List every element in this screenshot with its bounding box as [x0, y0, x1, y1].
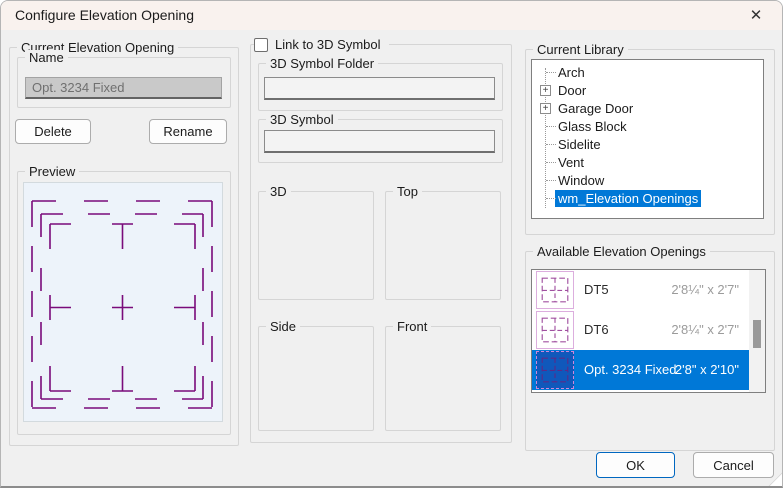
opening-thumbnail-icon [536, 311, 574, 349]
resize-grip[interactable] [767, 472, 782, 486]
preview-canvas [23, 182, 223, 422]
preview-group-label: Preview [25, 164, 80, 179]
available-openings-list: DT5 2'8¼" x 2'7" DT6 2'8¼" x 2'7" Opt. 3… [531, 269, 766, 393]
tree-item-glass-block[interactable]: Glass Block [532, 117, 763, 135]
list-scrollbar-thumb[interactable] [753, 320, 761, 348]
view-side-label: Side [266, 319, 301, 334]
tree-item-window[interactable]: Window [532, 171, 763, 189]
titlebar: Configure Elevation Opening ✕ [1, 1, 782, 30]
tree-item-garage-door[interactable]: + Garage Door [532, 99, 763, 117]
opening-thumbnail-icon [536, 351, 574, 389]
list-scrollbar[interactable] [749, 270, 765, 392]
list-item-dt5[interactable]: DT5 2'8¼" x 2'7" [532, 270, 749, 310]
view-top-label: Top [393, 184, 422, 199]
elevation-opening-drawing [31, 200, 213, 409]
symbol-name-input[interactable] [264, 130, 495, 153]
view-3d-box: 3D [258, 184, 374, 300]
ok-button[interactable]: OK [596, 452, 675, 478]
list-item-opt-3234-fixed[interactable]: Opt. 3234 Fixed 2'8" x 2'10" [532, 350, 749, 390]
link-to-3d-symbol-row: Link to 3D Symbol [254, 36, 389, 53]
link-to-3d-symbol-checkbox[interactable] [254, 37, 268, 52]
close-icon[interactable]: ✕ [742, 4, 770, 27]
rename-button[interactable]: Rename [149, 119, 227, 144]
symbol-folder-input[interactable] [264, 77, 495, 100]
expand-plus-icon[interactable]: + [540, 85, 551, 96]
tree-item-arch[interactable]: Arch [532, 63, 763, 81]
name-input[interactable] [25, 77, 222, 99]
tree-item-vent[interactable]: Vent [532, 153, 763, 171]
view-front-box: Front [385, 319, 501, 431]
view-side-box: Side [258, 319, 374, 431]
view-top-box: Top [385, 184, 501, 300]
delete-button[interactable]: Delete [15, 119, 91, 144]
name-group-label: Name [25, 50, 68, 65]
list-item-dt6[interactable]: DT6 2'8¼" x 2'7" [532, 310, 749, 350]
configure-elevation-opening-dialog: Configure Elevation Opening ✕ Current El… [0, 0, 783, 488]
link-to-3d-symbol-label[interactable]: Link to 3D Symbol [275, 37, 381, 52]
library-tree: Arch + Door + Garage Door Glass Block Si… [531, 59, 764, 219]
tree-item-door[interactable]: + Door [532, 81, 763, 99]
view-3d-label: 3D [266, 184, 291, 199]
symbol-name-group-label: 3D Symbol [266, 112, 338, 127]
cancel-button[interactable]: Cancel [693, 452, 774, 478]
opening-thumbnail-icon [536, 271, 574, 309]
expand-plus-icon[interactable]: + [540, 103, 551, 114]
current-library-group-label: Current Library [533, 42, 628, 57]
tree-item-wm-elevation-openings[interactable]: wm_Elevation Openings [532, 189, 763, 207]
symbol-folder-group-label: 3D Symbol Folder [266, 56, 379, 71]
dialog-title: Configure Elevation Opening [15, 7, 195, 23]
tree-item-sidelite[interactable]: Sidelite [532, 135, 763, 153]
available-openings-group-label: Available Elevation Openings [533, 244, 710, 259]
view-front-label: Front [393, 319, 432, 334]
